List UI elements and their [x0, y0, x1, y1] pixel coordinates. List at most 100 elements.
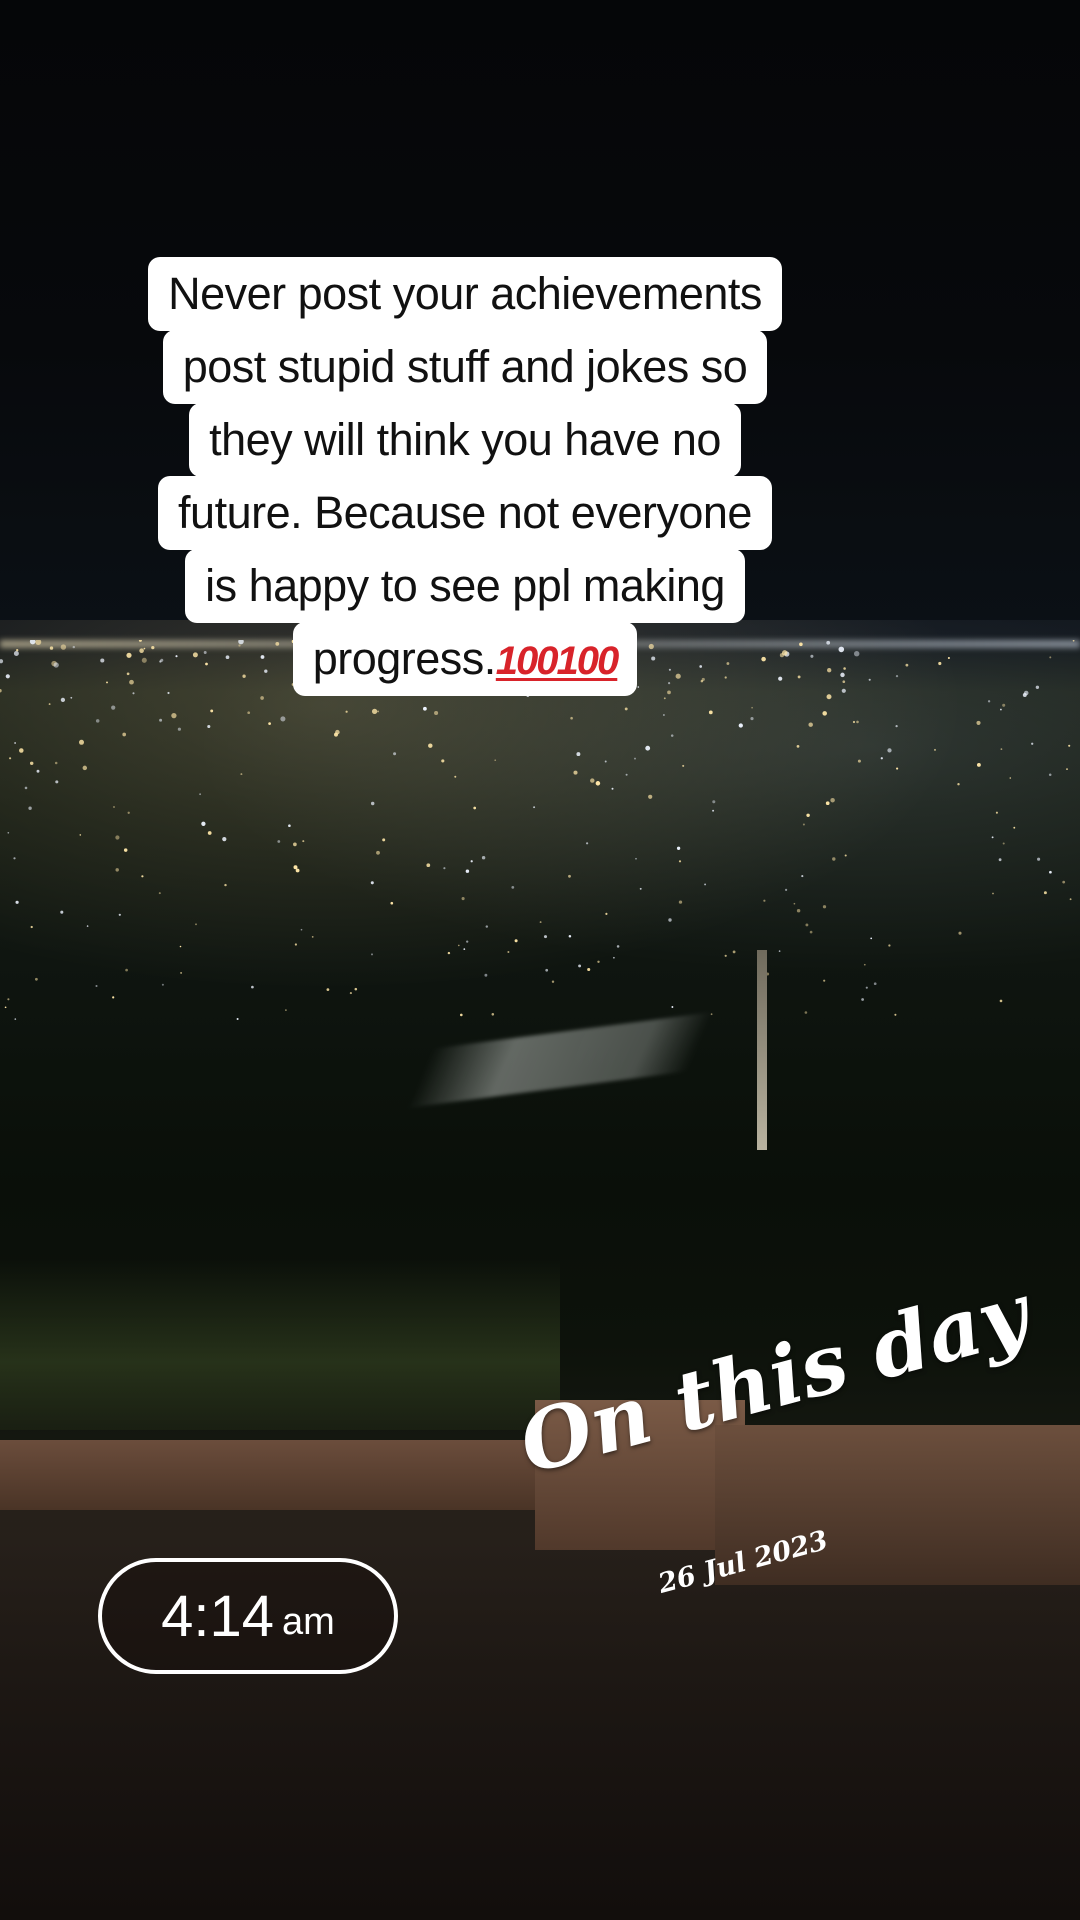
city-light [568, 934, 572, 938]
city-light [179, 945, 182, 948]
city-light [678, 900, 683, 904]
city-light [778, 950, 781, 952]
city-light [712, 800, 716, 804]
city-light [616, 945, 620, 948]
city-light [111, 705, 116, 710]
city-light [428, 743, 433, 748]
city-light [613, 956, 615, 959]
city-light [293, 842, 297, 847]
city-light [676, 846, 681, 850]
utility-pole [757, 950, 767, 1150]
city-light [491, 1013, 495, 1016]
caption-line: future. Because not everyone [158, 476, 772, 550]
city-light [585, 842, 589, 845]
city-light [457, 944, 460, 947]
city-light [207, 831, 212, 835]
city-light [1035, 685, 1040, 689]
city-light [82, 765, 88, 771]
city-light [454, 775, 457, 778]
city-light [393, 752, 397, 756]
city-light [423, 706, 427, 711]
city-light [806, 813, 810, 818]
city-light [724, 954, 727, 957]
city-light [785, 888, 788, 891]
city-light [751, 706, 753, 709]
city-light [19, 748, 24, 753]
city-light [207, 724, 211, 729]
city-light [24, 786, 28, 790]
city-light [668, 918, 672, 922]
caption-line: they will think you have no [189, 403, 741, 477]
city-light [805, 923, 809, 927]
city-light [268, 722, 271, 725]
city-light [285, 1009, 287, 1011]
city-light [390, 901, 394, 905]
city-light [825, 801, 830, 806]
city-light [863, 963, 866, 966]
city-light [1048, 773, 1052, 777]
city-light [634, 757, 636, 760]
city-light [79, 834, 82, 836]
city-light [578, 964, 582, 968]
city-light [481, 855, 486, 860]
time-sticker: 4:14 am [98, 1558, 398, 1674]
city-light [662, 714, 665, 716]
city-light [887, 748, 892, 753]
city-light [125, 968, 128, 972]
city-light [873, 982, 877, 986]
city-light [763, 899, 766, 902]
city-light [507, 951, 510, 953]
city-light [288, 824, 291, 827]
city-light [159, 718, 163, 722]
city-light [896, 767, 899, 770]
city-light [1072, 640, 1075, 642]
caption-text-block: Never post your achievements post stupid… [0, 257, 930, 696]
city-light [991, 836, 994, 839]
city-light [60, 697, 66, 703]
city-light [224, 883, 227, 887]
city-light [1068, 744, 1071, 747]
city-light [804, 1011, 808, 1014]
city-light [635, 857, 637, 860]
city-light [199, 793, 201, 796]
city-light [201, 821, 206, 826]
city-light [377, 710, 380, 713]
city-light [326, 988, 330, 991]
city-light [511, 886, 515, 889]
city-light [15, 900, 19, 904]
city-light [55, 780, 59, 784]
city-light [1009, 777, 1012, 779]
city-light [624, 707, 628, 711]
city-light [870, 937, 873, 940]
city-light [195, 923, 197, 926]
city-light [857, 759, 861, 763]
city-light [708, 710, 713, 715]
city-light [1013, 826, 1016, 829]
city-light [809, 930, 813, 934]
city-light [957, 783, 960, 786]
city-light [485, 925, 489, 928]
city-light [533, 806, 536, 809]
city-light [958, 931, 962, 935]
city-light [118, 913, 121, 916]
city-light [802, 823, 805, 826]
city-light [639, 887, 642, 890]
city-light [370, 881, 374, 885]
city-light [604, 760, 607, 763]
city-light [543, 935, 548, 939]
city-light [808, 722, 813, 727]
city-light [295, 868, 300, 873]
city-light [682, 764, 685, 767]
city-light [539, 921, 542, 924]
city-light [260, 696, 264, 700]
city-light [611, 787, 614, 790]
city-light [796, 908, 801, 913]
city-light [251, 985, 254, 989]
city-light [880, 757, 883, 760]
city-light [861, 998, 864, 1001]
city-light [466, 940, 469, 943]
city-light [302, 840, 305, 843]
city-light [36, 769, 40, 773]
city-light [158, 892, 161, 895]
city-light [865, 986, 868, 989]
